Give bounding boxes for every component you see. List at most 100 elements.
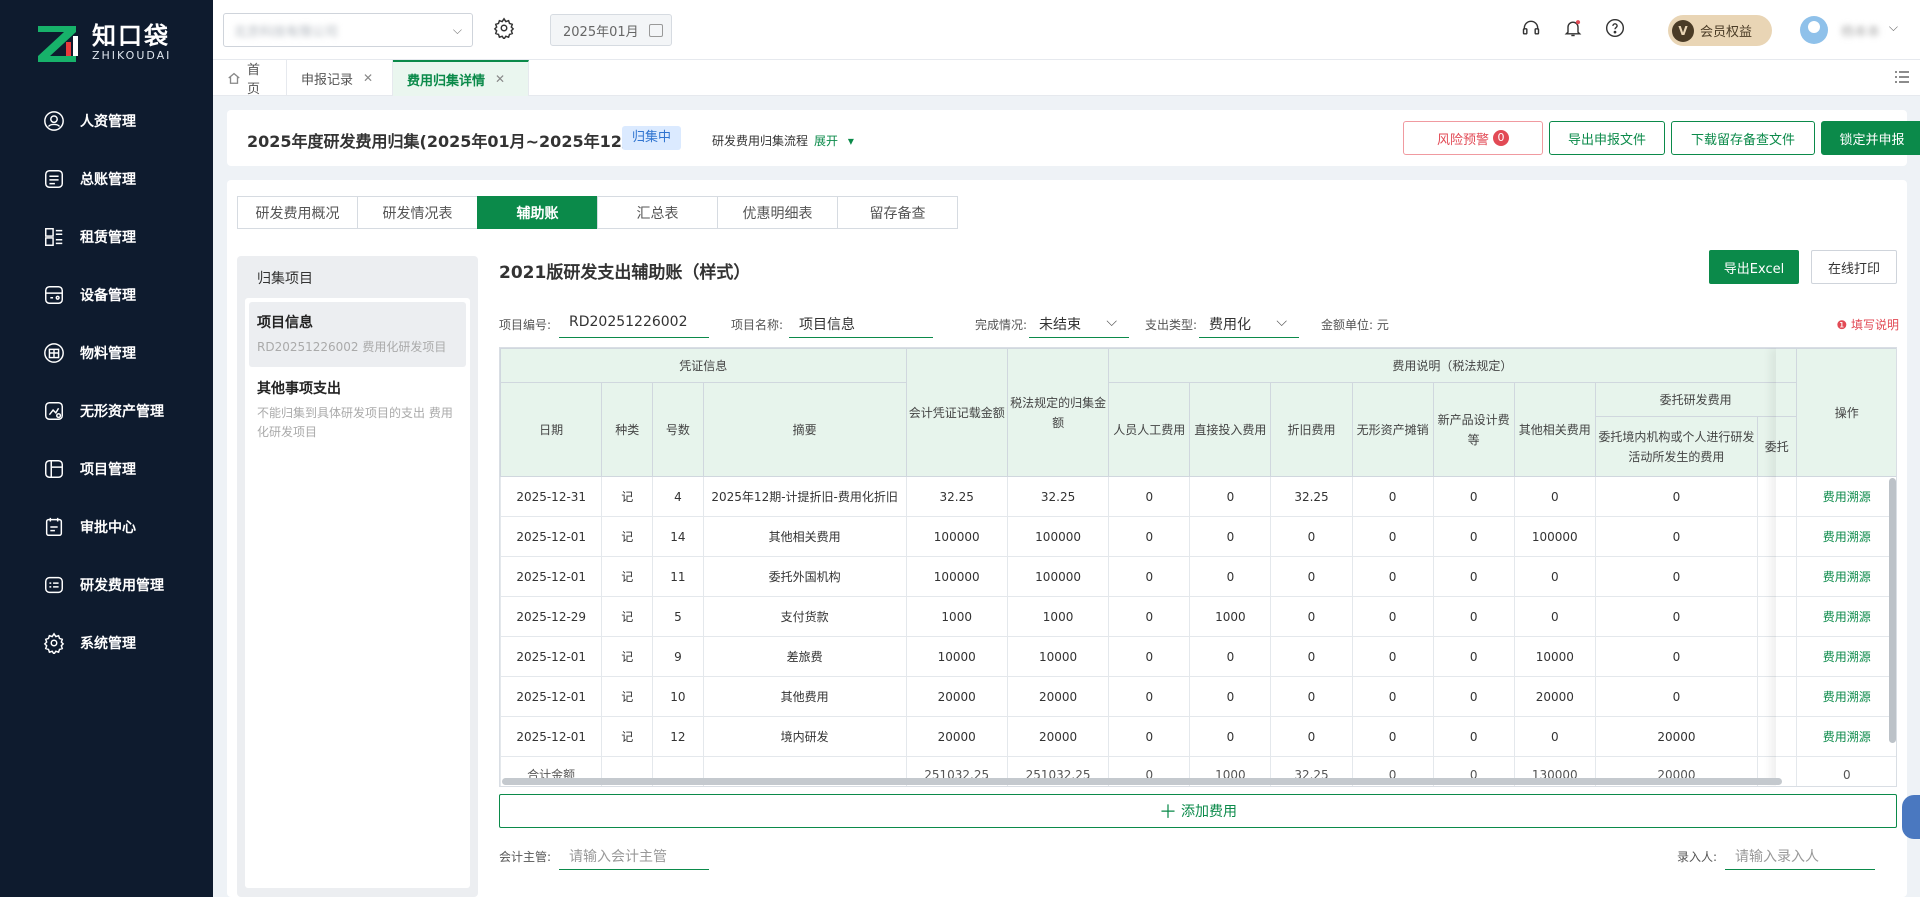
approval-icon (42, 515, 66, 539)
tab-auxiliary-ledger[interactable]: 辅助账 (477, 196, 598, 229)
user-name[interactable]: 杨本本 (1841, 21, 1880, 40)
risk-warning-button[interactable]: 风险预警 0 (1403, 121, 1543, 155)
export-excel-button[interactable]: 导出Excel (1709, 250, 1799, 284)
chevron-down-icon: ⌵ (1106, 314, 1117, 330)
home-icon (227, 71, 241, 85)
sidebar-item-rd-expense[interactable]: 研发费用管理 (0, 556, 213, 614)
sidebar-item-approval[interactable]: 审批中心 (0, 498, 213, 556)
lock-and-submit-button[interactable]: 锁定并申报 (1821, 121, 1920, 155)
gear-icon (493, 17, 515, 41)
vip-benefits-button[interactable]: V 会员权益 (1668, 15, 1772, 46)
ledger-footer: 会计主管: 请输入会计主管 录入人: 请输入录入人 (499, 836, 1897, 876)
tab-preference-detail[interactable]: 优惠明细表 (717, 196, 838, 229)
page-title: 2025年度研发费用归集(2025年01月~2025年12月) (247, 132, 646, 151)
tab-summary[interactable]: 汇总表 (597, 196, 718, 229)
tab-declaration-records[interactable]: 申报记录 ✕ (287, 60, 393, 96)
tab-menu-icon[interactable] (1894, 70, 1910, 84)
material-icon (42, 341, 66, 365)
table-row: 2025-12-01 记 11 委托外国机构 100000 100000 0 0 0000 … (500, 556, 1896, 597)
status-badge: 归集中 (622, 126, 682, 150)
tab-rd-status[interactable]: 研发情况表 (357, 196, 478, 229)
help-icon[interactable] (1605, 18, 1625, 38)
header-voucher-info: 凭证信息 (500, 348, 907, 383)
sub-tabs: 研发费用概况 研发情况表 辅助账 汇总表 优惠明细表 留存备查 (237, 196, 958, 229)
intangible-asset-icon (42, 399, 66, 423)
sidebar-item-material[interactable]: 物料管理 (0, 324, 213, 382)
sidebar-item-ledger[interactable]: 总账管理 (0, 150, 213, 208)
chat-support-icon[interactable] (1902, 795, 1920, 839)
vertical-scrollbar[interactable] (1889, 478, 1896, 743)
table-row: 2025-12-01 记 14 其他相关费用 100000 100000 0 0 0 0 0 10… (500, 516, 1896, 557)
ledger-title: 2021版研发支出辅助账（样式） (499, 263, 751, 283)
flow-toggle[interactable]: 研发费用归集流程 展开 ▾ (712, 132, 854, 149)
download-archive-button[interactable]: 下载留存备查文件 (1671, 121, 1815, 155)
horizontal-scrollbar[interactable] (502, 778, 1782, 785)
tab-expense-collection-detail[interactable]: 费用归集详情 ✕ (393, 60, 529, 96)
logo-mark-icon (36, 22, 82, 62)
bell-icon[interactable] (1563, 18, 1583, 38)
headset-icon[interactable] (1521, 18, 1541, 38)
settings-gear-button[interactable] (493, 17, 519, 43)
expense-trace-link[interactable]: 费用溯源 (1795, 636, 1896, 677)
add-expense-button[interactable]: ＋ 添加费用 (499, 794, 1897, 828)
auxiliary-ledger-table: 凭证信息 会计凭证记载金额 税法规定的归集金额 费用说明（税法规定） 操作 日期… (499, 347, 1897, 787)
completion-select[interactable]: 未结束 ⌵ (1029, 306, 1129, 338)
avatar[interactable] (1800, 16, 1828, 44)
expense-type-label: 支出类型: (1145, 318, 1198, 332)
project-name-field[interactable]: 项目信息 (789, 306, 933, 338)
sidebar-item-label: 系统管理 (80, 636, 136, 652)
expense-type-select[interactable]: 费用化 ⌵ (1199, 306, 1299, 338)
sidebar-item-device[interactable]: 设备管理 (0, 266, 213, 324)
sidebar-item-label: 审批中心 (80, 520, 136, 536)
header-number: 号数 (652, 382, 704, 477)
header-accounting-amount: 会计凭证记载金额 (905, 348, 1008, 477)
sidebar-item-label: 研发费用管理 (80, 578, 164, 594)
flow-expand-link[interactable]: 展开 (814, 134, 838, 148)
chevron-down-icon: ⌵ (452, 22, 462, 37)
project-no-field[interactable]: RD20251226002 (559, 306, 709, 338)
header-direct-input: 直接投入费用 (1189, 382, 1272, 477)
sidebar: 知口袋 ZHIKOUDAI 人资管理 总账管理 租赁管理 设备管理 物料管理 无… (0, 0, 213, 897)
close-icon[interactable]: ✕ (495, 72, 505, 86)
tab-label: 首页 (247, 63, 261, 97)
tab-rd-overview[interactable]: 研发费用概况 (237, 196, 358, 229)
calendar-icon (649, 23, 663, 37)
company-select[interactable]: 北京科技有限公司 ⌵ (223, 13, 473, 47)
close-icon[interactable]: ✕ (363, 71, 373, 85)
expense-trace-link[interactable]: 费用溯源 (1795, 556, 1896, 597)
header-depreciation: 折旧费用 (1270, 382, 1353, 477)
table-row: 2025-12-01 记 12 境内研发 20000 20000 0 0 0000 2000… (500, 716, 1896, 757)
header-kind: 种类 (601, 382, 654, 477)
user-icon (42, 109, 66, 133)
expense-trace-link[interactable]: 费用溯源 (1795, 596, 1896, 637)
export-declaration-button[interactable]: 导出申报文件 (1549, 121, 1665, 155)
add-expense-label: 添加费用 (1181, 804, 1237, 820)
project-item-selected[interactable]: 项目信息 RD20251226002 费用化研发项目 (249, 302, 466, 367)
chevron-down-icon[interactable]: ⌵ (1889, 20, 1898, 35)
sidebar-item-intangible-asset[interactable]: 无形资产管理 (0, 382, 213, 440)
project-item-title: 项目信息 (257, 315, 313, 331)
logo-subtext: ZHIKOUDAI (92, 48, 172, 62)
expense-trace-link[interactable]: 费用溯源 (1795, 476, 1896, 517)
sidebar-item-settings[interactable]: 系统管理 (0, 614, 213, 672)
sidebar-item-lease[interactable]: 租赁管理 (0, 208, 213, 266)
period-date-picker[interactable]: 2025年01月 (550, 14, 672, 46)
sidebar-item-project[interactable]: 项目管理 (0, 440, 213, 498)
logo: 知口袋 ZHIKOUDAI (0, 0, 213, 84)
table-row: 2025-12-01 记 10 其他费用 20000 20000 0 0 0 0 0 20000 … (500, 676, 1896, 717)
help-link[interactable]: ❶ 填写说明 (1836, 316, 1899, 333)
expense-trace-link[interactable]: 费用溯源 (1795, 516, 1896, 557)
tab-label: 申报记录 (301, 72, 354, 88)
tab-home[interactable]: 首页 (213, 60, 287, 97)
sidebar-item-hr[interactable]: 人资管理 (0, 92, 213, 150)
project-item-other[interactable]: 其他事项支出 不能归集到具体研发项目的支出 费用化研发项目 (249, 368, 466, 452)
accountant-input[interactable]: 请输入会计主管 (559, 838, 709, 870)
print-online-button[interactable]: 在线打印 (1811, 250, 1897, 284)
expense-trace-link[interactable]: 费用溯源 (1795, 676, 1896, 717)
entry-person-input[interactable]: 请输入录入人 (1725, 838, 1875, 870)
completion-label: 完成情况: (975, 318, 1028, 332)
tab-archive[interactable]: 留存备查 (837, 196, 958, 229)
expense-trace-link[interactable]: 费用溯源 (1795, 716, 1896, 757)
header-intangible-amortization: 无形资产摊销 (1351, 382, 1434, 477)
header-summary: 摘要 (702, 382, 907, 477)
